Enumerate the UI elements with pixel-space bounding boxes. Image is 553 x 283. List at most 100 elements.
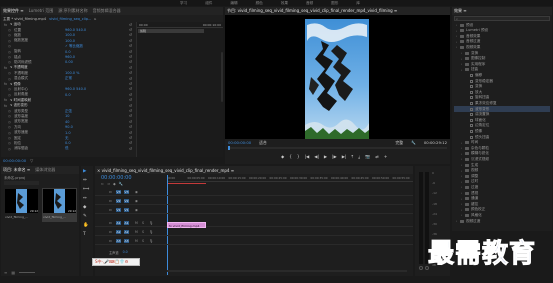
disclosure-triangle-icon[interactable]: › xyxy=(456,219,459,223)
disclosure-triangle-icon[interactable]: › xyxy=(461,174,464,178)
disclosure-triangle-icon[interactable]: › xyxy=(461,141,464,145)
keyframe-toggle-icon[interactable]: ↺ xyxy=(129,131,132,135)
disclosure-triangle-icon[interactable]: › xyxy=(456,34,459,38)
fx-badge-icon[interactable]: fx xyxy=(4,104,7,108)
effect-property-value[interactable]: 960.0 540.0 xyxy=(65,87,86,91)
effects-tree-item[interactable]: › 视频过渡 xyxy=(454,218,550,224)
settings-icon[interactable]: 🔧 xyxy=(119,182,123,186)
tool-button[interactable]: ✋ xyxy=(83,223,91,228)
disclosure-triangle-icon[interactable]: › xyxy=(461,62,464,66)
stopwatch-icon[interactable]: ◷ xyxy=(8,93,11,97)
workspace-tab[interactable]: 学习 xyxy=(180,1,187,6)
workspace-tab[interactable]: 图形 xyxy=(331,1,338,6)
quality-select[interactable]: 完整 xyxy=(396,140,404,146)
stopwatch-icon[interactable]: ◷ xyxy=(8,39,11,43)
track-lock-icon[interactable]: ⊡ xyxy=(109,208,112,212)
disclosure-triangle-icon[interactable]: › xyxy=(461,213,464,217)
wrench-icon[interactable]: 🔧 xyxy=(411,140,416,145)
keyframe-toggle-icon[interactable]: ↺ xyxy=(129,120,132,124)
icon-view-icon[interactable]: ▦ xyxy=(11,270,15,275)
fx-badge-icon[interactable]: fx xyxy=(4,23,7,27)
disclosure-triangle-icon[interactable]: › xyxy=(461,51,464,55)
disclosure-triangle-icon[interactable]: › xyxy=(461,57,464,61)
workspace-tab[interactable]: 音频 xyxy=(306,1,313,6)
keyframe-toggle-icon[interactable]: ↺ xyxy=(129,141,132,145)
tool-button[interactable]: ⟺ xyxy=(83,187,91,192)
disclosure-triangle-icon[interactable]: › xyxy=(461,68,464,72)
snap-icon[interactable]: ⊂ xyxy=(101,182,104,186)
master-volume[interactable]: 0.0 xyxy=(123,250,128,255)
program-playhead-marker[interactable] xyxy=(228,146,230,150)
tool-button[interactable]: T xyxy=(83,232,91,237)
effect-controls-tab[interactable]: 源:序列素材名称 xyxy=(58,8,87,14)
timeline-clip[interactable]: fx vivid_filming.mp4 xyxy=(167,222,206,228)
effects-panel-tab[interactable]: 效果 ≡ xyxy=(454,8,467,14)
microphone-icon[interactable]: 🎙 xyxy=(149,221,153,225)
effect-property-value[interactable]: 40 xyxy=(65,120,69,124)
effect-property-value[interactable]: 960.0 540.0 xyxy=(65,28,86,32)
transport-button[interactable]: ⤒ xyxy=(351,154,353,159)
keyframe-toggle-icon[interactable]: ↺ xyxy=(129,77,132,81)
disclosure-triangle-icon[interactable]: › xyxy=(461,191,464,195)
linked-selection-icon[interactable]: ⊃ xyxy=(107,182,110,186)
keyframe-toggle-icon[interactable]: ↺ xyxy=(129,50,132,54)
project-tab[interactable]: 项目: 未命名 ≡ xyxy=(3,167,30,173)
fx-badge-icon[interactable]: fx xyxy=(4,82,7,86)
disclosure-triangle-icon[interactable]: › xyxy=(456,45,459,49)
disclosure-triangle-icon[interactable]: › xyxy=(461,180,464,184)
reset-icon[interactable]: ↺ xyxy=(129,98,132,102)
keyframe-toggle-icon[interactable]: ↺ xyxy=(129,93,132,97)
mute-icon[interactable]: M xyxy=(135,230,138,234)
tool-button[interactable]: ▶ xyxy=(83,169,91,174)
stopwatch-icon[interactable]: ◷ xyxy=(8,109,11,113)
timeline-ruler[interactable]: 00:00 00:00:05:00 00:00:10:00 00:00:15:00 00… xyxy=(167,175,413,182)
disclosure-triangle-icon[interactable]: › xyxy=(456,40,459,44)
stopwatch-icon[interactable]: ◷ xyxy=(8,77,11,81)
track-source-badge[interactable]: A1 xyxy=(124,221,129,225)
effect-property-value[interactable]: 0.0 xyxy=(65,141,71,145)
effect-property-value[interactable]: 低 xyxy=(65,146,69,151)
disclosure-triangle-icon[interactable]: › xyxy=(456,29,459,33)
stopwatch-icon[interactable]: ◷ xyxy=(8,120,11,124)
transport-button[interactable]: ⤓ xyxy=(358,154,360,159)
program-scrubber[interactable] xyxy=(228,146,447,150)
microphone-icon[interactable]: 🎙 xyxy=(149,239,153,243)
stopwatch-icon[interactable]: ◷ xyxy=(8,71,11,75)
timeline-tab[interactable]: × vivid_filming_seq_vivid_filming_seq_vi… xyxy=(97,168,234,173)
effect-property-value[interactable]: 100.0 xyxy=(65,33,75,37)
solo-left-button[interactable] xyxy=(419,266,423,270)
project-search[interactable] xyxy=(4,181,39,185)
fx-badge-icon[interactable]: fx xyxy=(4,98,7,102)
effect-property-value[interactable]: 10 xyxy=(65,114,69,118)
stopwatch-icon[interactable]: ◷ xyxy=(8,28,11,32)
stopwatch-icon[interactable]: ◷ xyxy=(8,50,11,54)
transport-button[interactable]: |▶ xyxy=(332,154,337,159)
stopwatch-icon[interactable]: ◷ xyxy=(8,44,11,48)
mute-icon[interactable]: M xyxy=(135,221,138,225)
zoom-slider[interactable] xyxy=(19,271,36,273)
disclosure-triangle-icon[interactable]: › xyxy=(461,169,464,173)
reset-icon[interactable]: ↺ xyxy=(129,82,132,86)
workspace-tab[interactable]: 库 xyxy=(356,1,360,6)
effect-controls-tab[interactable]: Lumetri 范围 xyxy=(29,8,54,14)
transport-button[interactable]: + xyxy=(384,154,388,159)
fx-badge-icon[interactable]: fx xyxy=(4,66,7,70)
stopwatch-icon[interactable]: ◷ xyxy=(8,60,11,64)
keyframe-toggle-icon[interactable]: ↺ xyxy=(129,147,132,151)
track-target-badge[interactable]: V2 xyxy=(116,199,121,203)
stopwatch-icon[interactable]: ◷ xyxy=(8,33,11,37)
fit-select[interactable]: 适合 xyxy=(259,140,267,146)
microphone-icon[interactable]: 🎙 xyxy=(149,230,153,234)
solo-icon[interactable]: S xyxy=(142,230,144,234)
track-source-badge[interactable]: A3 xyxy=(124,239,129,243)
stopwatch-icon[interactable]: ◷ xyxy=(8,136,11,140)
transport-button[interactable]: ▶ xyxy=(324,154,327,159)
reset-icon[interactable]: ↺ xyxy=(129,23,132,27)
project-tab[interactable]: 媒体浏览器 xyxy=(35,167,55,173)
transport-button[interactable]: |◀ xyxy=(305,154,310,159)
keyframe-toggle-icon[interactable]: ↺ xyxy=(129,114,132,118)
transport-button[interactable]: ◀| xyxy=(314,154,319,159)
disclosure-triangle-icon[interactable]: › xyxy=(461,208,464,212)
effect-property-value[interactable]: 0.0 xyxy=(65,50,71,54)
mini-scrollbar[interactable] xyxy=(221,52,223,102)
